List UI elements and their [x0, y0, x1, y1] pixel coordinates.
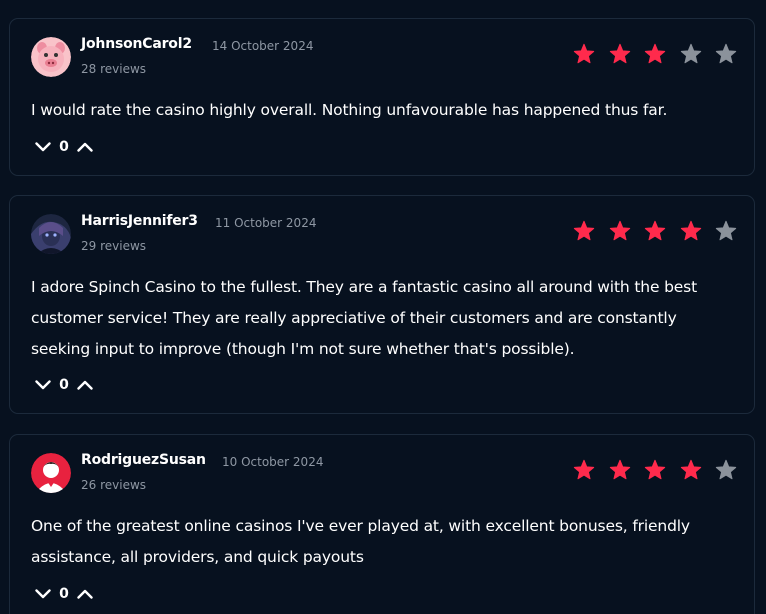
- chevron-up-icon: [77, 380, 93, 390]
- review-card: RodriguezSusan 10 October 2024 26 review…: [9, 434, 755, 614]
- review-date: 10 October 2024: [222, 455, 324, 469]
- review-date: 14 October 2024: [212, 39, 314, 53]
- star-filled-icon: [573, 43, 595, 64]
- review-text: I adore Spinch Casino to the fullest. Th…: [31, 278, 698, 358]
- username[interactable]: RodriguezSusan: [81, 452, 206, 468]
- star-empty-icon: [715, 459, 737, 480]
- upvote-button[interactable]: [76, 585, 94, 603]
- review-date: 11 October 2024: [215, 216, 317, 230]
- vote-controls: 0: [34, 137, 94, 157]
- downvote-button[interactable]: [34, 585, 52, 603]
- star-filled-icon: [609, 459, 630, 480]
- chevron-up-icon: [77, 142, 93, 152]
- star-filled-icon: [573, 220, 595, 241]
- downvote-button[interactable]: [34, 138, 52, 156]
- star-filled-icon: [609, 220, 630, 241]
- star-filled-icon: [609, 43, 630, 64]
- star-filled-icon: [644, 459, 666, 480]
- review-card: JohnsonCarol2 14 October 2024 28 reviews…: [9, 18, 755, 176]
- star-rating: [573, 220, 737, 242]
- upvote-button[interactable]: [76, 376, 94, 394]
- review-count: 26 reviews: [81, 478, 147, 492]
- star-empty-icon: [715, 220, 737, 241]
- review-list: JohnsonCarol2 14 October 2024 28 reviews…: [0, 0, 766, 614]
- chevron-down-icon: [35, 589, 51, 599]
- avatar[interactable]: [31, 453, 71, 493]
- avatar[interactable]: [31, 37, 71, 77]
- star-filled-icon: [644, 43, 666, 64]
- upvote-button[interactable]: [76, 138, 94, 156]
- username[interactable]: HarrisJennifer3: [81, 213, 198, 229]
- vote-count: 0: [59, 139, 69, 155]
- star-rating: [573, 459, 737, 481]
- vote-count: 0: [59, 586, 69, 602]
- review-count: 29 reviews: [81, 239, 147, 253]
- photo-avatar-icon: [31, 214, 71, 254]
- star-filled-icon: [644, 220, 666, 241]
- avatar[interactable]: [31, 214, 71, 254]
- review-count: 28 reviews: [81, 62, 147, 76]
- pig-avatar-icon: [31, 37, 71, 77]
- star-empty-icon: [680, 43, 701, 64]
- username[interactable]: JohnsonCarol2: [81, 36, 192, 52]
- star-rating: [573, 43, 737, 65]
- chevron-down-icon: [35, 142, 51, 152]
- downvote-button[interactable]: [34, 376, 52, 394]
- user-avatar-icon: [31, 453, 71, 493]
- star-empty-icon: [715, 43, 737, 64]
- review-text: I would rate the casino highly overall. …: [31, 101, 668, 119]
- vote-controls: 0: [34, 375, 94, 395]
- vote-count: 0: [59, 377, 69, 393]
- review-card: HarrisJennifer3 11 October 2024 29 revie…: [9, 195, 755, 414]
- star-filled-icon: [573, 459, 595, 480]
- vote-controls: 0: [34, 584, 94, 604]
- star-filled-icon: [680, 220, 701, 241]
- review-text: One of the greatest online casinos I've …: [31, 517, 690, 566]
- chevron-down-icon: [35, 380, 51, 390]
- chevron-up-icon: [77, 589, 93, 599]
- star-filled-icon: [680, 459, 701, 480]
